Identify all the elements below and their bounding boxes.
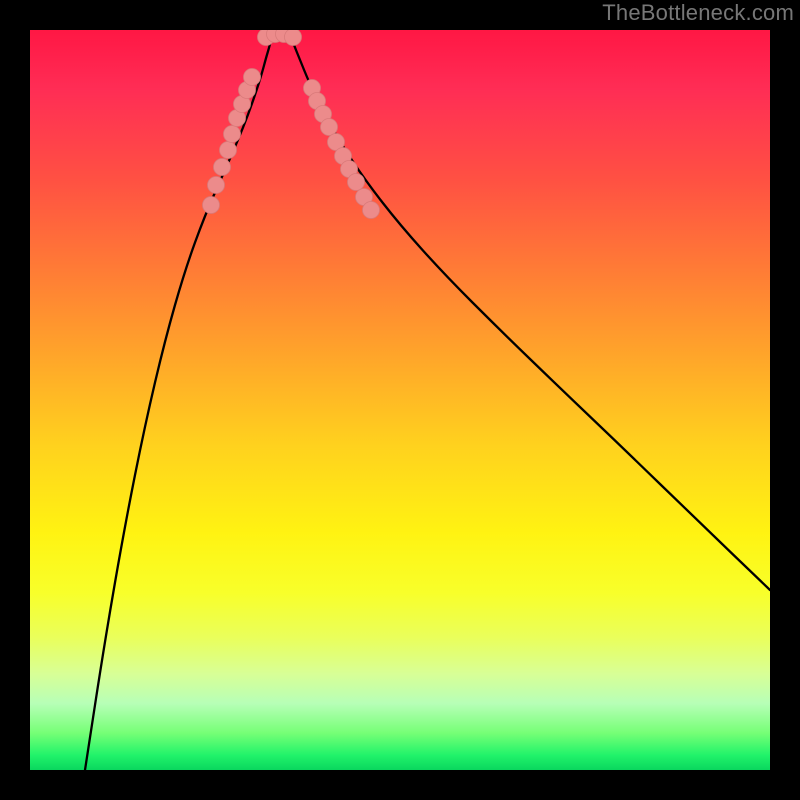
dot-layer [203, 30, 380, 219]
plot-area [30, 30, 770, 770]
curve-layer [30, 30, 770, 770]
left-dots-dot [214, 159, 231, 176]
left-dots-dot [244, 69, 261, 86]
left-dots-dot [220, 142, 237, 159]
chart-frame: TheBottleneck.com [0, 0, 800, 800]
left-dots-dot [208, 177, 225, 194]
right-dots-dot [321, 119, 338, 136]
right-dots-dot [348, 174, 365, 191]
left-dots-dot [203, 197, 220, 214]
right-curve [290, 34, 770, 590]
watermark-text: TheBottleneck.com [602, 0, 794, 26]
right-dots-dot [363, 202, 380, 219]
floor-dots-dot [285, 30, 302, 46]
left-dots-dot [224, 126, 241, 143]
left-curve [85, 34, 273, 770]
